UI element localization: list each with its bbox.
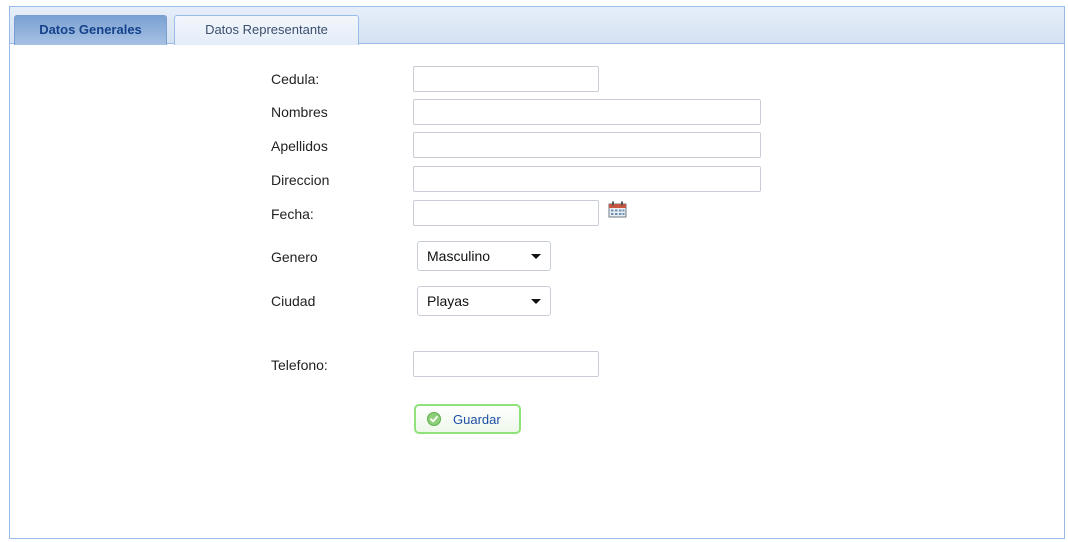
nombres-input[interactable] <box>413 99 761 125</box>
tab-bar: Datos Generales Datos Representante <box>10 6 1064 45</box>
guardar-button[interactable]: Guardar <box>414 404 521 434</box>
guardar-button-label: Guardar <box>453 412 501 427</box>
ciudad-label: Ciudad <box>271 293 316 309</box>
fecha-label: Fecha: <box>271 206 314 222</box>
apellidos-input[interactable] <box>413 132 761 158</box>
chevron-down-icon <box>531 299 541 304</box>
calendar-icon[interactable] <box>608 201 627 218</box>
ciudad-select[interactable]: Playas <box>417 286 551 316</box>
genero-label: Genero <box>271 249 318 265</box>
tab-datos-representante[interactable]: Datos Representante <box>174 15 359 45</box>
check-circle-icon <box>427 412 441 426</box>
fecha-input[interactable] <box>413 200 599 226</box>
ciudad-selected-value: Playas <box>427 293 470 309</box>
telefono-input[interactable] <box>413 351 599 377</box>
apellidos-label: Apellidos <box>271 138 328 154</box>
genero-selected-value: Masculino <box>427 248 491 264</box>
telefono-label: Telefono: <box>271 357 328 373</box>
cedula-input[interactable] <box>413 66 599 92</box>
genero-select[interactable]: Masculino <box>417 241 551 271</box>
nombres-label: Nombres <box>271 104 328 120</box>
tab-datos-generales[interactable]: Datos Generales <box>14 15 167 45</box>
chevron-down-icon <box>531 254 541 259</box>
direccion-input[interactable] <box>413 166 761 192</box>
direccion-label: Direccion <box>271 172 330 188</box>
cedula-label: Cedula: <box>271 71 320 87</box>
